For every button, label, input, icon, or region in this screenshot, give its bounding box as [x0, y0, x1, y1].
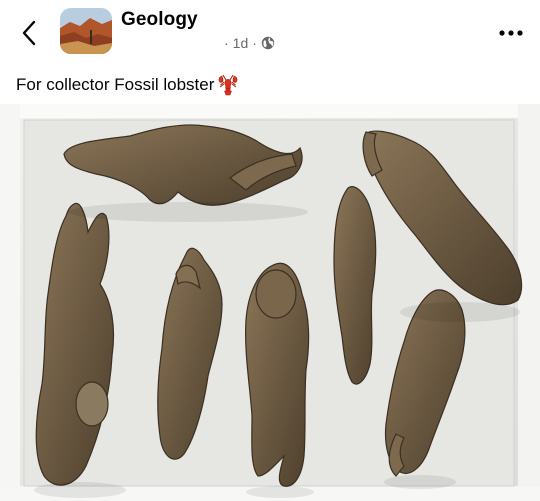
globe-icon[interactable] — [261, 36, 275, 50]
post-meta: · 1d · — [224, 35, 275, 51]
post-photo[interactable] — [0, 104, 540, 501]
more-horizontal-icon — [499, 30, 523, 36]
meta-separator: · — [252, 35, 257, 51]
lobster-emoji-icon — [219, 74, 238, 96]
group-avatar[interactable] — [60, 8, 112, 54]
fossil-specimen — [245, 262, 310, 487]
caption-text: For collector Fossil lobster — [16, 75, 215, 94]
chevron-left-icon — [22, 20, 36, 46]
post-header: Geology · 1d · — [0, 0, 540, 64]
post-time[interactable]: 1d — [233, 35, 249, 51]
more-options-button[interactable] — [494, 22, 528, 44]
back-button[interactable] — [14, 16, 44, 50]
group-name[interactable]: Geology — [121, 9, 198, 31]
post-caption: For collector Fossil lobster — [16, 74, 240, 96]
meta-separator: · — [224, 35, 229, 51]
